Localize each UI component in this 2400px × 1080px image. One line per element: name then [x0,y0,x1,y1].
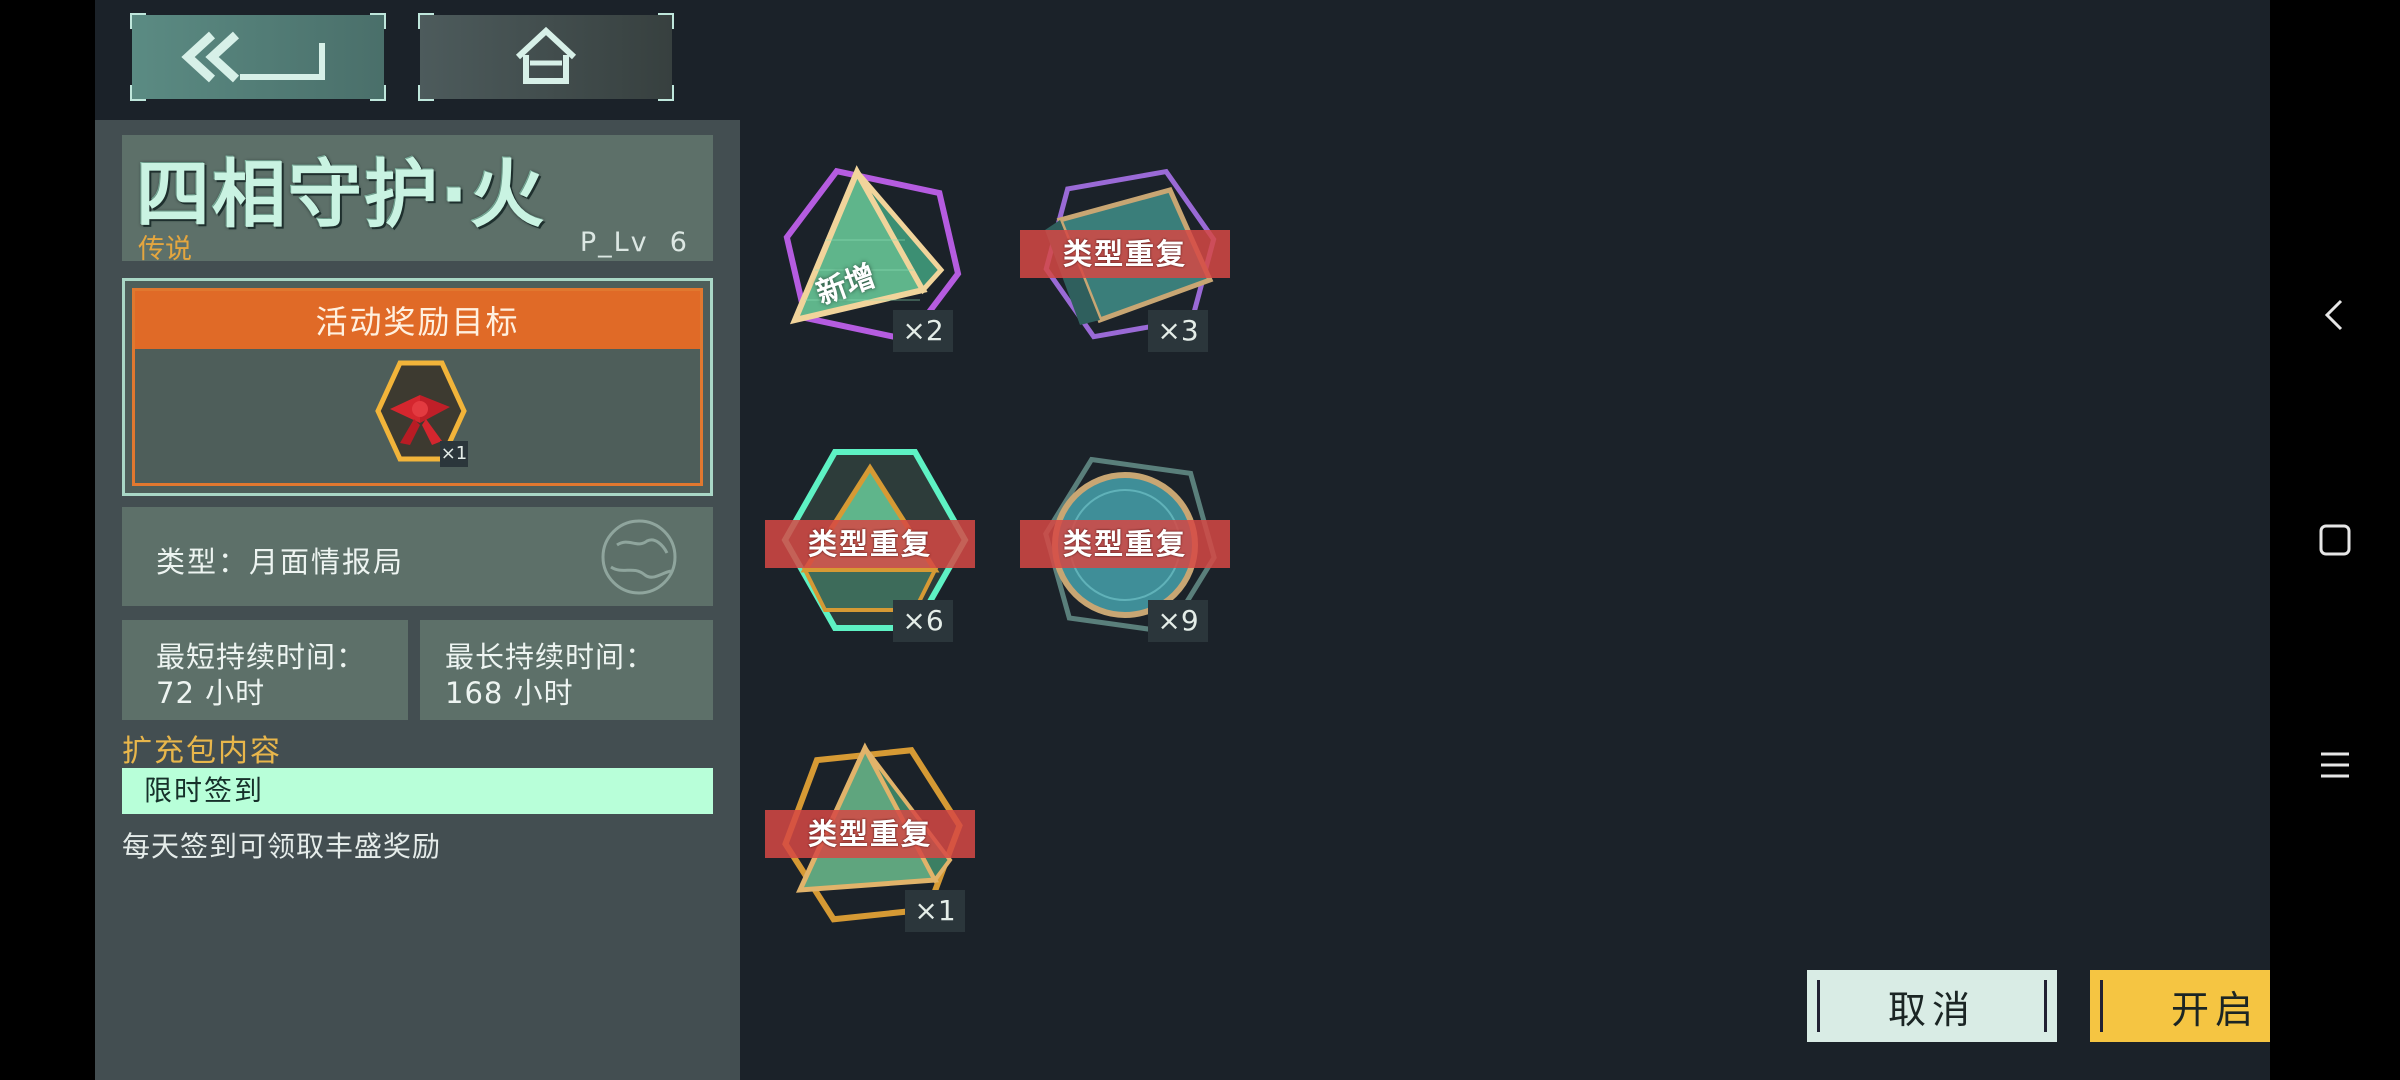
contents-item-description: 每天签到可领取丰盛奖励 [122,830,442,863]
reward-target-box: 活动奖励目标 ×1 [122,278,713,496]
game-screen: 四相守护·火 传说 P_Lv 6 活动奖励目标 ×1 类型：月面情报局 最短持续… [95,0,2340,1080]
pack-title-card: 四相守护·火 传说 P_Lv 6 [122,135,713,265]
card-item[interactable]: 类型重复 ×3 [1020,150,1230,370]
card-count: ×6 [893,600,953,642]
pack-level: P_Lv 6 [579,227,689,258]
card-duplicate-tag: 类型重复 [1020,230,1230,278]
double-chevron-back-icon [181,31,325,83]
card-duplicate-tag: 类型重复 [765,520,975,568]
system-back-button[interactable] [2270,275,2400,355]
system-menu-button[interactable] [2270,725,2400,805]
system-home-button[interactable] [2270,500,2400,580]
chevron-left-icon [2324,299,2343,331]
reward-item-count: ×1 [440,441,468,467]
card-count: ×1 [905,890,965,932]
card-item[interactable]: 类型重复 ×6 [765,440,975,660]
max-duration-card: 最长持续时间： 168 小时 [420,620,713,720]
type-label: 类型：月面情报局 [156,545,405,579]
card-count: ×9 [1148,600,1208,642]
home-button[interactable] [418,13,674,101]
rarity-label: 传说 [138,234,192,265]
globe-icon [601,519,677,595]
reward-item[interactable]: ×1 [360,359,480,479]
card-count: ×2 [893,310,953,352]
open-button-label: 开启 [2170,987,2259,1032]
home-icon [515,26,577,84]
card-item[interactable]: 新增 ×2 [765,150,975,370]
reward-heading: 活动奖励目标 [135,291,700,349]
square-icon [2319,524,2351,556]
cancel-button-label: 取消 [1887,987,1976,1032]
contents-item[interactable]: 限时签到 [122,768,713,814]
min-duration-card: 最短持续时间： 72 小时 [122,620,408,720]
contents-section-title: 扩充包内容 [122,734,282,769]
pack-detail-panel: 四相守护·火 传说 P_Lv 6 活动奖励目标 ×1 类型：月面情报局 最短持续… [95,120,740,1080]
back-button[interactable] [130,13,386,101]
card-count: ×3 [1148,310,1208,352]
card-item[interactable]: 类型重复 ×1 [765,730,975,950]
max-duration-value: 168 小时 [445,676,574,710]
type-card: 类型：月面情报局 [122,507,713,606]
card-duplicate-tag: 类型重复 [1020,520,1230,568]
card-duplicate-tag: 类型重复 [765,810,975,858]
system-navigation-bar [2270,0,2400,1080]
pack-title: 四相守护·火 [136,152,547,238]
min-duration-value: 72 小时 [156,676,266,710]
cancel-button[interactable]: 取消 [1807,970,2057,1042]
card-item[interactable]: 类型重复 ×9 [1020,440,1230,660]
menu-icon [2321,752,2349,778]
